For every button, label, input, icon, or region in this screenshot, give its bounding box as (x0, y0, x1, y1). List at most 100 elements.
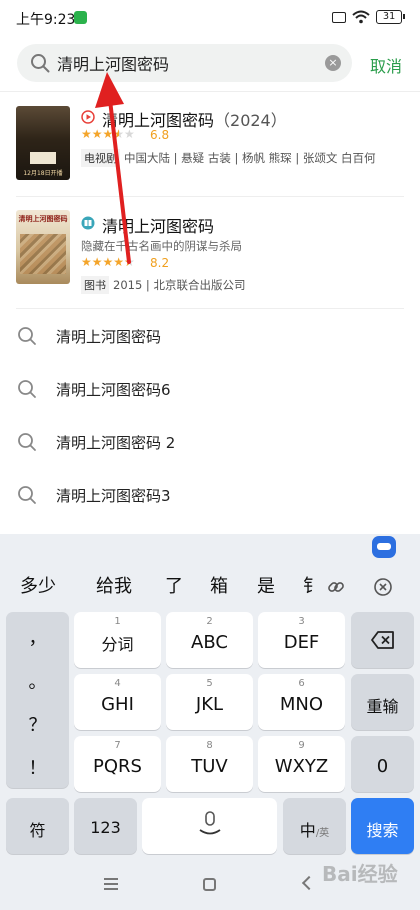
key-5[interactable]: 5 JKL (166, 674, 253, 730)
key-label: 0 (376, 756, 389, 777)
key-label: GHI (101, 694, 134, 715)
suggestion-text: 清明上河图密码6 (56, 381, 171, 399)
poster-caption: 12月18日开播 (23, 170, 63, 177)
result-title[interactable]: 清明上河图密码 (102, 213, 214, 237)
candidate-word[interactable]: 钅 (303, 572, 317, 598)
suggestion-item[interactable]: 清明上河图密码6 (0, 363, 420, 415)
result-meta: 图书 2015 | 北京联合出版公司 (81, 276, 245, 294)
punctuation-column[interactable]: ， 。 ？ ！ (6, 612, 69, 788)
key-number: 1 (114, 616, 121, 627)
menu-icon[interactable] (104, 878, 118, 890)
suggestion-text: 清明上河图密码 2 (56, 434, 176, 452)
book-icon (81, 216, 95, 230)
key-label: 中/英 (299, 821, 330, 840)
rating-score: 8.2 (150, 256, 170, 270)
poster-image: 12月18日开播 (16, 106, 70, 180)
search-key-button[interactable]: 搜索 (351, 798, 414, 854)
key-label: 123 (90, 818, 121, 837)
result-year: （2024） (214, 111, 287, 130)
key-label: DEF (283, 632, 320, 653)
key-number: 7 (114, 740, 121, 751)
watermark: Bai经验 (322, 862, 398, 886)
assistant-icon[interactable] (372, 536, 396, 558)
candidate-word[interactable]: 给我 (96, 572, 132, 598)
divider (0, 91, 420, 92)
key-3[interactable]: 3 DEF (258, 612, 345, 668)
suggestion-item[interactable]: 清明上河图密码 (0, 310, 420, 362)
link-icon[interactable] (327, 578, 345, 596)
search-icon (31, 54, 50, 73)
microphone-icon (199, 811, 221, 835)
screen: 上午9:23 31 × 取消 12月18日开播 清明上河图密码（2024） ★★… (0, 0, 420, 910)
key-number: 5 (206, 678, 213, 689)
key-number: 8 (206, 740, 213, 751)
status-bar: 上午9:23 31 (0, 0, 420, 36)
backspace-icon (371, 631, 394, 649)
suggestion-item[interactable]: 清明上河图密码3 (0, 469, 420, 521)
number-mode-button[interactable]: 123 (74, 798, 137, 854)
key-label: 搜索 (366, 821, 399, 840)
search-input[interactable] (57, 48, 312, 78)
key-number: 9 (298, 740, 305, 751)
divider (16, 196, 404, 197)
key-number: 2 (206, 616, 213, 627)
punct-key[interactable]: ？ (6, 711, 69, 737)
key-0[interactable]: 0 (351, 736, 414, 792)
key-9[interactable]: 9 WXYZ (258, 736, 345, 792)
candidate-word[interactable]: 了 (165, 572, 183, 598)
category-tag: 图书 (81, 276, 109, 294)
suggestion-text: 清明上河图密码3 (56, 487, 171, 505)
clear-icon[interactable]: × (325, 55, 341, 71)
punct-key[interactable]: ， (6, 624, 69, 650)
symbol-button[interactable]: 符 (6, 798, 69, 854)
key-7[interactable]: 7 PQRS (74, 736, 161, 792)
category-tag: 电视剧 (81, 149, 120, 167)
key-6[interactable]: 6 MNO (258, 674, 345, 730)
key-2[interactable]: 2 ABC (166, 612, 253, 668)
back-icon[interactable] (301, 875, 317, 891)
space-button[interactable] (142, 798, 277, 854)
key-1[interactable]: 1 分词 (74, 612, 161, 668)
punct-key[interactable]: ！ (6, 754, 69, 780)
key-4[interactable]: 4 GHI (74, 674, 161, 730)
close-icon[interactable] (374, 578, 392, 596)
candidate-word[interactable]: 箱 (210, 572, 228, 598)
candidate-word[interactable]: 是 (257, 572, 275, 598)
sim-icon (332, 12, 346, 23)
punct-key[interactable]: 。 (6, 668, 69, 694)
key-label: 分词 (101, 635, 134, 654)
result-description: 隐藏在千古名画中的阴谋与杀局 (81, 239, 242, 253)
battery-icon: 31 (376, 10, 405, 24)
key-label: TUV (191, 756, 228, 777)
suggestion-item[interactable]: 清明上河图密码 2 (0, 416, 420, 468)
search-icon (18, 486, 36, 504)
book-cover: 清明上河图密码 (16, 210, 70, 284)
key-label: WXYZ (274, 756, 329, 777)
search-box[interactable]: × (17, 44, 352, 82)
rating-score: 6.8 (150, 128, 170, 142)
key-label: JKL (195, 694, 224, 715)
key-8[interactable]: 8 TUV (166, 736, 253, 792)
search-icon (18, 380, 36, 398)
play-icon (81, 110, 95, 124)
book-cover-title: 清明上河图密码 (18, 215, 68, 223)
status-time: 上午9:23 (16, 12, 76, 28)
keyboard: 多少 给我 了 箱 是 钅 ， 。 ？ ！ 1 分词 2 ABC 3 DEF 4… (0, 534, 420, 910)
candidate-word[interactable]: 多少 (20, 572, 56, 598)
key-number: 4 (114, 678, 121, 689)
key-label: 符 (29, 821, 46, 840)
home-icon[interactable] (203, 878, 216, 891)
cancel-button[interactable]: 取消 (370, 53, 402, 77)
language-switch-button[interactable]: 中/英 (283, 798, 346, 854)
redo-button[interactable]: 重输 (351, 674, 414, 730)
backspace-button[interactable] (351, 612, 414, 668)
result-card-book[interactable]: 清明上河图密码 清明上河图密码 隐藏在千古名画中的阴谋与杀局 ★★★★★★ 8.… (0, 200, 420, 306)
wechat-icon (74, 11, 87, 24)
key-label: MNO (279, 694, 324, 715)
rating-stars: ★★★★★★ (81, 127, 135, 141)
key-number: 6 (298, 678, 305, 689)
key-label: 重输 (366, 697, 399, 716)
result-card-tv[interactable]: 12月18日开播 清明上河图密码（2024） ★★★★★★ 6.8 电视剧中国大… (0, 100, 420, 200)
search-icon (18, 327, 36, 345)
suggestion-text: 清明上河图密码 (56, 328, 162, 346)
